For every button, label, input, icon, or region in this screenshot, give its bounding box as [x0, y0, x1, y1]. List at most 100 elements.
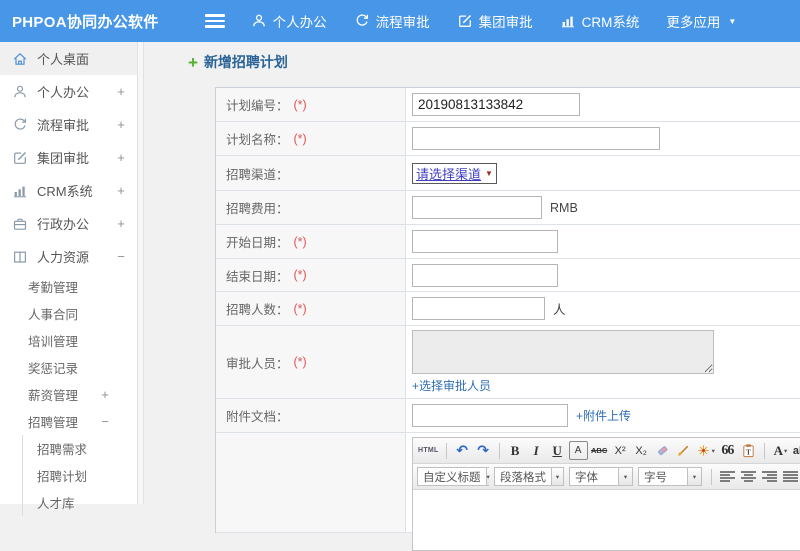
briefcase-icon — [12, 216, 28, 232]
editor-content-area[interactable] — [413, 490, 800, 550]
sidebar-item-personal-office[interactable]: 个人办公 + — [0, 75, 137, 108]
sidebar: 个人桌面 个人办公 + 流程审批 + 集团审批 + CRM系统 + 行政办公 + — [0, 42, 137, 516]
sidebar-item-hr[interactable]: 人力资源 − — [0, 240, 137, 273]
superscript-button[interactable]: X² — [611, 441, 630, 460]
caret-down-icon: ▾ — [687, 468, 701, 485]
html-source-button[interactable]: HTML — [417, 441, 440, 460]
sidebar-item-crm[interactable]: CRM系统 + — [0, 174, 137, 207]
svg-text:T: T — [746, 448, 751, 456]
channel-select[interactable]: 请选择渠道 ▼ — [412, 162, 497, 184]
label-text: 招聘费用： — [226, 202, 289, 216]
sidebar-item-hr-contract[interactable]: 人事合同 — [0, 300, 137, 327]
chart-icon — [560, 13, 576, 29]
nav-item-crm[interactable]: CRM系统 — [560, 11, 639, 31]
end-date-input[interactable] — [412, 263, 558, 287]
field-label: 招聘渠道： — [216, 156, 406, 190]
sidebar-item-group-approval[interactable]: 集团审批 + — [0, 141, 137, 174]
sidebar-item-recruit-mgmt[interactable]: 招聘管理 − — [0, 408, 137, 435]
headcount-input[interactable] — [412, 297, 545, 320]
sidebar-item-recruit-demand[interactable]: 招聘需求 — [23, 435, 137, 462]
expand-indicator[interactable]: + — [99, 387, 111, 402]
rich-text-editor: HTML ↶ ↷ B I U A ABC X² X₂ ▾ 66 T A ▾ a … — [412, 437, 800, 551]
nav-item-workflow-approval[interactable]: 流程审批 — [354, 11, 430, 31]
upload-attachment-link[interactable]: +附件上传 — [576, 407, 631, 424]
collapse-indicator[interactable]: − — [115, 249, 127, 264]
bold-button[interactable]: B — [506, 441, 525, 460]
approver-textarea[interactable] — [412, 330, 714, 374]
font-family-select[interactable]: 字体 ▾ — [569, 467, 633, 486]
label-text: 计划编号： — [226, 99, 289, 113]
select-approver-link[interactable]: +选择审批人员 — [412, 377, 491, 394]
form-row-channel: 招聘渠道： 请选择渠道 ▼ — [216, 156, 800, 191]
expand-indicator[interactable]: + — [115, 150, 127, 165]
expand-indicator[interactable]: + — [115, 117, 127, 132]
caret-down-icon: ▼ — [728, 16, 737, 26]
label-text: 开始日期： — [226, 236, 289, 250]
editor-toolbar-row1: HTML ↶ ↷ B I U A ABC X² X₂ ▾ 66 T A ▾ a — [413, 438, 800, 464]
blockquote-button[interactable]: 66 — [718, 441, 737, 460]
form-row-fee: 招聘费用： RMB — [216, 191, 800, 225]
chart-icon — [12, 183, 28, 199]
format-painter-icon[interactable]: ▾ — [695, 441, 716, 460]
sidebar-scrollbar[interactable] — [137, 42, 144, 504]
align-justify-icon[interactable] — [781, 467, 800, 486]
book-icon — [12, 249, 28, 265]
eraser-icon[interactable] — [653, 441, 672, 460]
highlight-color-button[interactable]: ab ▾ — [792, 441, 800, 460]
underline-button[interactable]: U — [548, 441, 567, 460]
field-label: 结束日期： (*) — [216, 259, 406, 291]
sidebar-item-talent-pool[interactable]: 人才库 — [23, 489, 137, 516]
start-date-input[interactable] — [412, 230, 558, 253]
sidebar-item-salary[interactable]: 薪资管理 + — [0, 381, 137, 408]
align-center-icon[interactable] — [739, 467, 758, 486]
italic-button[interactable]: I — [527, 441, 546, 460]
highlight-glyph: ab — [792, 444, 800, 457]
sidebar-item-workflow-approval[interactable]: 流程审批 + — [0, 108, 137, 141]
form-row-headcount: 招聘人数： (*) 人 — [216, 292, 800, 326]
nav-item-more-apps[interactable]: 更多应用 ▼ — [666, 11, 736, 31]
sidebar-item-label: 个人桌面 — [37, 52, 90, 67]
align-left-icon[interactable] — [718, 467, 737, 486]
expand-indicator[interactable]: + — [115, 216, 127, 231]
caret-down-icon: ▾ — [551, 468, 563, 485]
form-row-plan-name: 计划名称： (*) — [216, 122, 800, 156]
unit-label: RMB — [550, 200, 578, 215]
sidebar-item-personal-desktop[interactable]: 个人桌面 — [0, 42, 137, 75]
plan-name-input[interactable] — [412, 127, 660, 150]
strikethrough-button[interactable]: ABC — [590, 441, 609, 460]
form-row-start-date: 开始日期： (*) — [216, 225, 800, 259]
sidebar-item-attendance[interactable]: 考勤管理 — [0, 273, 137, 300]
brush-icon[interactable] — [674, 441, 693, 460]
font-color-button[interactable]: A ▾ — [771, 441, 790, 460]
select-value: 自定义标题 — [423, 471, 481, 484]
label-text: 结束日期： — [226, 269, 289, 284]
undo-icon[interactable]: ↶ — [453, 441, 472, 460]
redo-icon[interactable]: ↷ — [474, 441, 493, 460]
sidebar-item-admin-office[interactable]: 行政办公 + — [0, 207, 137, 240]
sidebar-item-label: 招聘需求 — [37, 443, 88, 457]
expand-indicator[interactable]: + — [115, 183, 127, 198]
char-style-button[interactable]: A — [568, 441, 588, 460]
collapse-indicator[interactable]: − — [99, 414, 111, 429]
nav-item-group-approval[interactable]: 集团审批 — [457, 11, 533, 31]
form-row-content-editor: HTML ↶ ↷ B I U A ABC X² X₂ ▾ 66 T A ▾ a … — [216, 433, 800, 551]
sidebar-item-recruit-plan[interactable]: 招聘计划 — [23, 462, 137, 489]
heading-select[interactable]: 自定义标题 ▾ — [417, 467, 490, 486]
nav-item-personal-office[interactable]: 个人办公 — [251, 11, 327, 31]
field-label: 计划编号： (*) — [216, 88, 406, 121]
attachment-input[interactable] — [412, 404, 568, 427]
plan-number-input[interactable] — [412, 93, 580, 116]
paste-text-icon[interactable]: T — [739, 441, 758, 460]
expand-indicator[interactable]: + — [115, 84, 127, 99]
field-label — [216, 433, 406, 532]
sidebar-item-label: 奖惩记录 — [28, 362, 79, 376]
align-right-icon[interactable] — [760, 467, 779, 486]
sidebar-item-label: 薪资管理 — [28, 389, 79, 403]
sidebar-item-training[interactable]: 培训管理 — [0, 327, 137, 354]
fee-input[interactable] — [412, 196, 542, 219]
subscript-button[interactable]: X₂ — [632, 441, 651, 460]
hamburger-menu-icon[interactable] — [204, 14, 225, 28]
font-size-select[interactable]: 字号 ▾ — [638, 467, 702, 486]
sidebar-item-rewards[interactable]: 奖惩记录 — [0, 354, 137, 381]
paragraph-format-select[interactable]: 段落格式 ▾ — [494, 467, 564, 486]
